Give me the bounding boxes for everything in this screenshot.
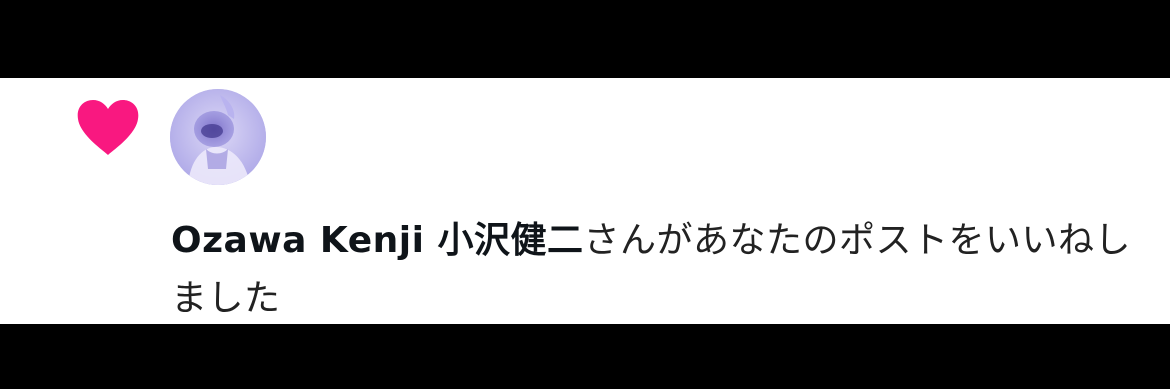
- screenshot-frame: Ozawa Kenji 小沢健二さんがあなたのポストをいいねしました: [0, 0, 1170, 389]
- heart-icon: [76, 99, 140, 157]
- actor-name[interactable]: Ozawa Kenji 小沢健二: [171, 220, 583, 261]
- avatar[interactable]: [170, 89, 266, 185]
- like-notification[interactable]: Ozawa Kenji 小沢健二さんがあなたのポストをいいねしました: [0, 78, 1170, 324]
- notification-message[interactable]: Ozawa Kenji 小沢健二さんがあなたのポストをいいねしました: [171, 212, 1156, 324]
